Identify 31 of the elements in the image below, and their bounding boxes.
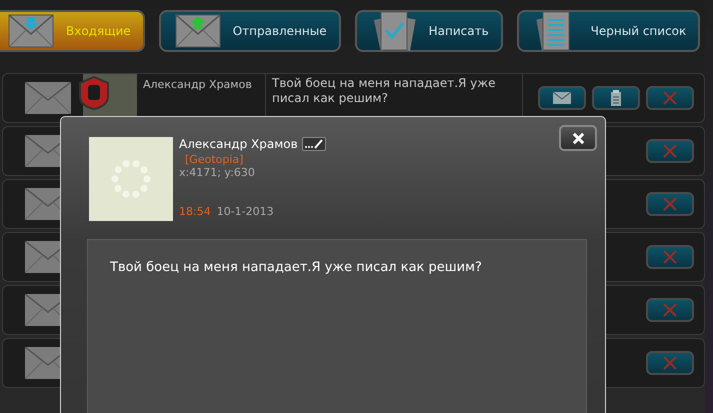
close-icon (663, 197, 677, 211)
delete-button[interactable] (646, 139, 694, 163)
delete-button[interactable] (646, 86, 694, 110)
close-icon (663, 303, 677, 317)
envelope-icon (25, 82, 71, 114)
message-body: Твой боец на меня нападает.Я уже писал как решим? (87, 239, 587, 413)
clipboard-icon (610, 90, 622, 106)
close-icon (663, 356, 677, 370)
delete-button[interactable] (646, 245, 694, 269)
close-icon (663, 91, 677, 105)
delete-button[interactable] (646, 192, 694, 216)
clan-name: [Geotopia] (184, 153, 244, 166)
close-icon (663, 144, 677, 158)
tab[interactable]: Написать (354, 10, 503, 52)
reply-button[interactable] (538, 86, 586, 110)
archive-button[interactable] (592, 86, 640, 110)
sender-name: Александр Храмов (179, 137, 298, 151)
envelope-icon (553, 92, 571, 104)
tab[interactable]: Отправленные (158, 10, 341, 52)
delete-button[interactable] (646, 351, 694, 375)
message-time: 18:54 (179, 205, 211, 218)
close-icon (572, 132, 584, 144)
delete-button[interactable] (646, 298, 694, 322)
tab[interactable]: Черный список (516, 10, 700, 52)
message-date: 10-1-2013 (216, 205, 274, 218)
edit-button[interactable] (302, 137, 326, 151)
close-icon (663, 250, 677, 264)
pencil-icon (304, 139, 324, 149)
loading-spinner-icon (111, 159, 151, 199)
coordinates: x:4171; y:630 (179, 166, 256, 179)
close-button[interactable] (559, 125, 597, 151)
